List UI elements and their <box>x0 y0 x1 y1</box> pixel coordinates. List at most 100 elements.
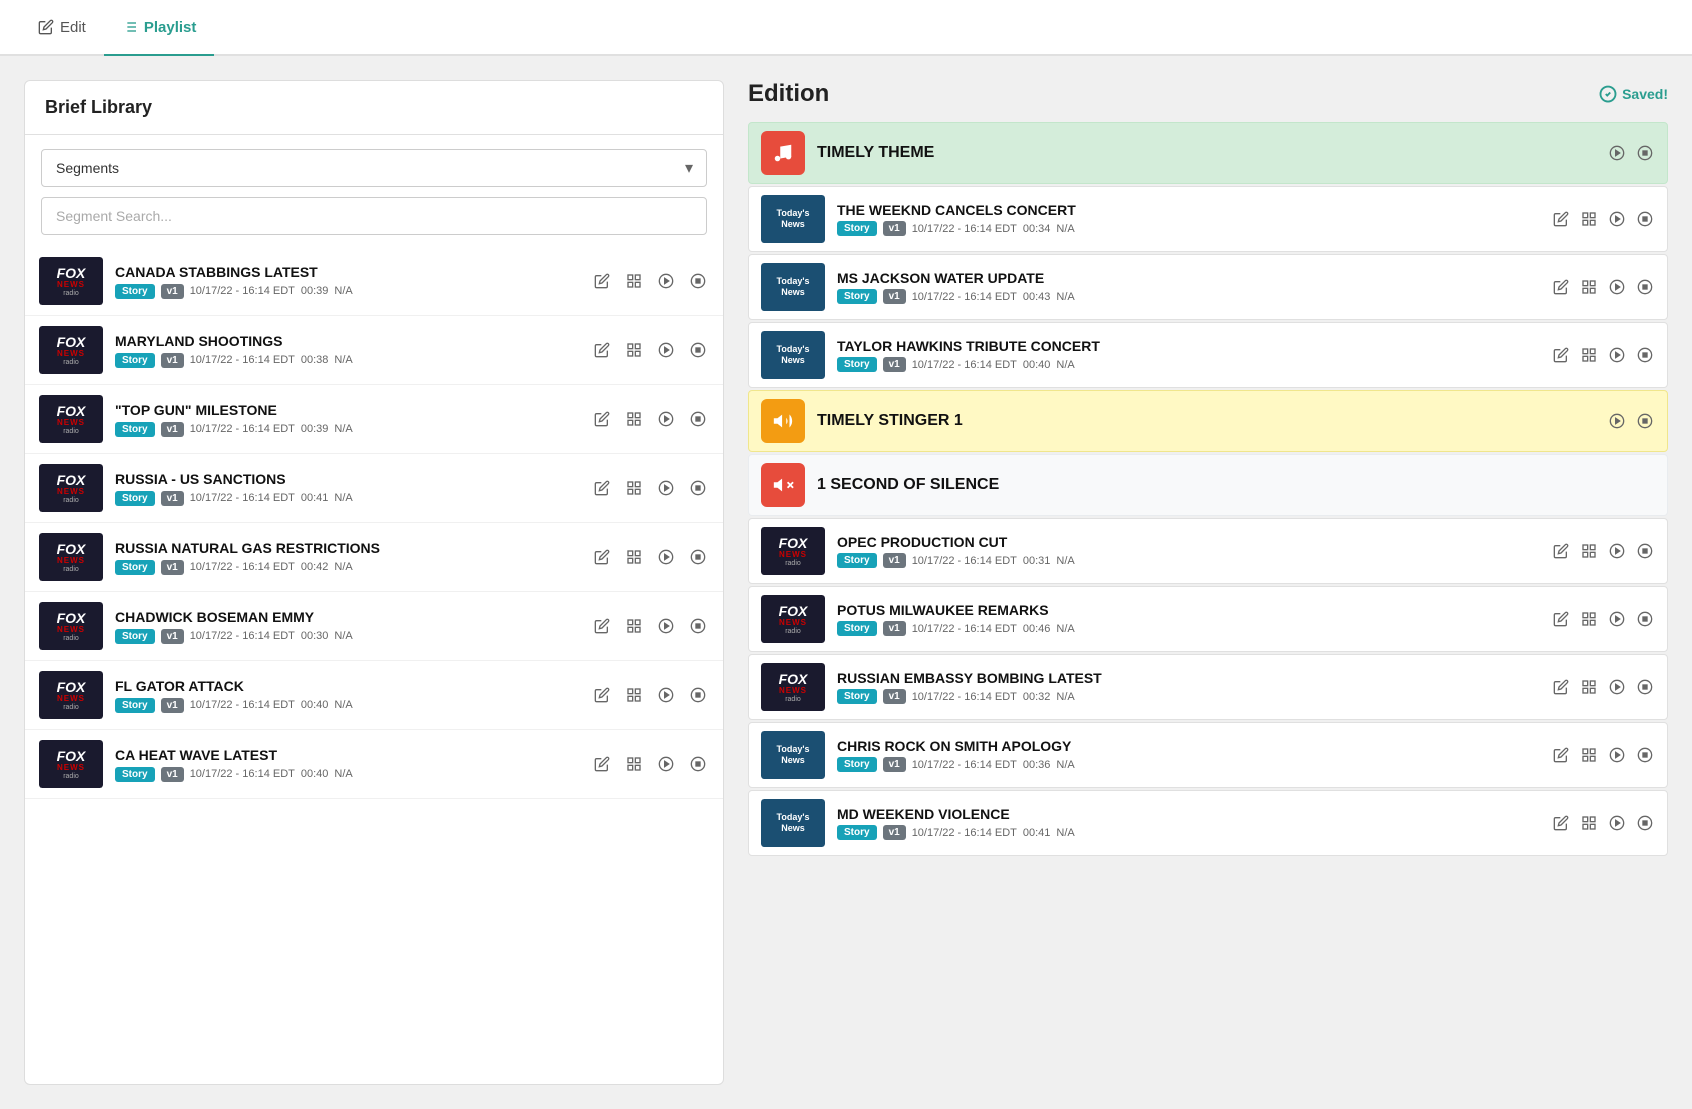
stop-action-icon[interactable] <box>687 408 709 430</box>
grid-action-icon[interactable] <box>623 408 645 430</box>
edition-actions <box>1551 745 1655 765</box>
grid-action-icon[interactable] <box>623 477 645 499</box>
edit-action-icon[interactable] <box>591 408 613 430</box>
segment-logo: FOX NEWS radio <box>39 257 103 305</box>
stop-action-icon[interactable] <box>687 270 709 292</box>
grid-action-icon[interactable] <box>1579 209 1599 229</box>
grid-action-icon[interactable] <box>623 753 645 775</box>
play-action-icon[interactable] <box>655 477 677 499</box>
grid-action-icon[interactable] <box>1579 345 1599 365</box>
segment-meta: Story v1 10/17/22 - 16:14 EDT 00:41 N/A <box>115 491 579 506</box>
edit-action-icon[interactable] <box>591 615 613 637</box>
stop-action-icon[interactable] <box>1635 143 1655 163</box>
play-action-icon[interactable] <box>1607 677 1627 697</box>
segment-extra: N/A <box>334 354 352 366</box>
edit-action-icon[interactable] <box>591 477 613 499</box>
edit-action-icon[interactable] <box>1551 813 1571 833</box>
edit-action-icon[interactable] <box>591 270 613 292</box>
grid-action-icon[interactable] <box>623 339 645 361</box>
check-circle-icon <box>1599 85 1617 103</box>
stop-action-icon[interactable] <box>1635 277 1655 297</box>
edition-item-meta: Story v1 10/17/22 - 16:14 EDT 00:43 N/A <box>837 289 1539 304</box>
stop-action-icon[interactable] <box>687 615 709 637</box>
edit-action-icon[interactable] <box>591 684 613 706</box>
segment-title: RUSSIA NATURAL GAS RESTRICTIONS <box>115 540 579 556</box>
play-action-icon[interactable] <box>655 546 677 568</box>
stop-action-icon[interactable] <box>687 546 709 568</box>
table-row: Today'sNews MS JACKSON WATER UPDATE Stor… <box>748 254 1668 320</box>
item-date: 10/17/22 - 16:14 EDT <box>912 691 1017 703</box>
play-action-icon[interactable] <box>1607 813 1627 833</box>
play-action-icon[interactable] <box>655 339 677 361</box>
stop-action-icon[interactable] <box>1635 411 1655 431</box>
play-action-icon[interactable] <box>1607 745 1627 765</box>
grid-action-icon[interactable] <box>623 684 645 706</box>
edition-actions <box>1551 541 1655 561</box>
play-action-icon[interactable] <box>1607 411 1627 431</box>
grid-action-icon[interactable] <box>1579 609 1599 629</box>
stop-action-icon[interactable] <box>1635 345 1655 365</box>
edit-action-icon[interactable] <box>591 339 613 361</box>
edit-action-icon[interactable] <box>1551 609 1571 629</box>
segment-extra: N/A <box>334 699 352 711</box>
tab-playlist[interactable]: Playlist <box>104 0 215 56</box>
grid-action-icon[interactable] <box>623 615 645 637</box>
play-action-icon[interactable] <box>1607 541 1627 561</box>
grid-action-icon[interactable] <box>1579 677 1599 697</box>
stop-action-icon[interactable] <box>1635 541 1655 561</box>
segment-title: FL GATOR ATTACK <box>115 678 579 694</box>
play-action-icon[interactable] <box>1607 609 1627 629</box>
edition-item-title: THE WEEKND CANCELS CONCERT <box>837 202 1539 218</box>
grid-action-icon[interactable] <box>1579 813 1599 833</box>
play-action-icon[interactable] <box>655 753 677 775</box>
play-action-icon[interactable] <box>655 684 677 706</box>
segment-date: 10/17/22 - 16:14 EDT <box>190 561 295 573</box>
grid-action-icon[interactable] <box>623 270 645 292</box>
stop-action-icon[interactable] <box>1635 209 1655 229</box>
edit-action-icon[interactable] <box>1551 677 1571 697</box>
grid-action-icon[interactable] <box>623 546 645 568</box>
edit-action-icon[interactable] <box>1551 541 1571 561</box>
play-action-icon[interactable] <box>1607 277 1627 297</box>
play-action-icon[interactable] <box>655 408 677 430</box>
item-date: 10/17/22 - 16:14 EDT <box>912 223 1017 235</box>
segment-title: CA HEAT WAVE LATEST <box>115 747 579 763</box>
play-action-icon[interactable] <box>655 615 677 637</box>
segment-title: "TOP GUN" MILESTONE <box>115 402 579 418</box>
stop-action-icon[interactable] <box>687 339 709 361</box>
segment-extra: N/A <box>334 630 352 642</box>
play-action-icon[interactable] <box>1607 209 1627 229</box>
story-badge: Story <box>115 491 155 506</box>
segment-extra: N/A <box>334 768 352 780</box>
edit-action-icon[interactable] <box>591 546 613 568</box>
stop-action-icon[interactable] <box>1635 745 1655 765</box>
stop-action-icon[interactable] <box>1635 813 1655 833</box>
stop-action-icon[interactable] <box>1635 609 1655 629</box>
segments-select[interactable]: Segments All Stories Themes <box>41 149 707 187</box>
grid-action-icon[interactable] <box>1579 745 1599 765</box>
edition-item-info: MS JACKSON WATER UPDATE Story v1 10/17/2… <box>837 270 1539 304</box>
search-input[interactable] <box>41 197 707 235</box>
stop-action-icon[interactable] <box>687 477 709 499</box>
play-action-icon[interactable] <box>1607 143 1627 163</box>
grid-action-icon[interactable] <box>1579 541 1599 561</box>
stop-action-icon[interactable] <box>1635 677 1655 697</box>
edit-action-icon[interactable] <box>1551 277 1571 297</box>
grid-action-icon[interactable] <box>1579 277 1599 297</box>
list-item: FOX NEWS radio CANADA STABBINGS LATEST S… <box>25 247 723 316</box>
list-icon <box>122 19 138 35</box>
edition-logo: FOX NEWS radio <box>761 595 825 643</box>
edit-action-icon[interactable] <box>1551 345 1571 365</box>
edit-action-icon[interactable] <box>591 753 613 775</box>
segment-date: 10/17/22 - 16:14 EDT <box>190 768 295 780</box>
version-badge: v1 <box>161 560 184 575</box>
play-action-icon[interactable] <box>1607 345 1627 365</box>
segment-actions <box>591 615 709 637</box>
play-action-icon[interactable] <box>655 270 677 292</box>
edition-item-info: POTUS MILWAUKEE REMARKS Story v1 10/17/2… <box>837 602 1539 636</box>
stop-action-icon[interactable] <box>687 684 709 706</box>
stop-action-icon[interactable] <box>687 753 709 775</box>
tab-edit[interactable]: Edit <box>20 0 104 56</box>
edit-action-icon[interactable] <box>1551 209 1571 229</box>
edit-action-icon[interactable] <box>1551 745 1571 765</box>
